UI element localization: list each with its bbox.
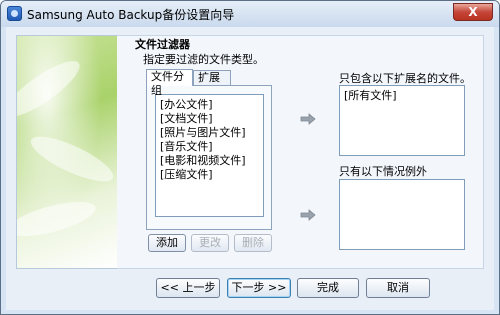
next-button[interactable]: 下一步 >> [227, 278, 291, 298]
edit-group-button[interactable]: 更改 [191, 234, 229, 252]
exclude-label: 只有以下情况例外 [339, 165, 427, 178]
leaf-decoration [25, 128, 117, 190]
list-item[interactable]: [音乐文件] [160, 140, 213, 153]
wizard-window: Samsung Auto Backup备份设置向导 X 文件过滤器 指定要过滤的… [0, 0, 500, 315]
tab-file-groups[interactable]: 文件分组 [146, 69, 193, 97]
delete-group-button[interactable]: 删除 [234, 234, 272, 252]
arrow-right-icon[interactable] [300, 209, 316, 221]
list-item[interactable]: [电影和视频文件] [160, 154, 246, 167]
file-groups-list[interactable]: [办公文件] [文档文件] [照片与图片文件] [音乐文件] [电影和视频文件]… [155, 94, 264, 217]
page-title: 文件过滤器 [135, 38, 190, 51]
cancel-button[interactable]: 取消 [366, 278, 430, 298]
decorative-side-panel [16, 35, 118, 269]
add-group-button[interactable]: 添加 [148, 234, 186, 252]
title-bar: Samsung Auto Backup备份设置向导 X [1, 1, 499, 27]
wizard-body: 文件过滤器 指定要过滤的文件类型。 文件分组 扩展名 [办公文件] [文档文件]… [6, 27, 494, 310]
list-item[interactable]: [照片与图片文件] [160, 126, 246, 139]
tab-extensions[interactable]: 扩展名 [193, 70, 231, 98]
page-subtitle: 指定要过滤的文件类型。 [143, 53, 264, 66]
leaf-decoration [17, 52, 87, 126]
include-extensions-list[interactable]: [所有文件] [339, 85, 465, 156]
list-item[interactable]: [所有文件] [344, 89, 397, 102]
leaf-decoration [17, 194, 99, 244]
app-icon [7, 6, 22, 21]
filter-content-panel: 文件过滤器 指定要过滤的文件类型。 文件分组 扩展名 [办公文件] [文档文件]… [117, 35, 484, 269]
close-button[interactable]: X [453, 3, 493, 21]
exclude-conditions-list[interactable] [339, 179, 465, 250]
close-icon: X [468, 5, 478, 19]
list-item[interactable]: [办公文件] [160, 98, 213, 111]
include-label: 只包含以下扩展名的文件。 [339, 72, 471, 85]
back-button[interactable]: << 上一步 [156, 278, 220, 298]
list-item[interactable]: [文档文件] [160, 112, 213, 125]
finish-button[interactable]: 完成 [297, 278, 359, 298]
list-item[interactable]: [压缩文件] [160, 168, 213, 181]
arrow-right-icon[interactable] [300, 113, 316, 125]
file-groups-tab-panel: [办公文件] [文档文件] [照片与图片文件] [音乐文件] [电影和视频文件]… [146, 85, 272, 230]
window-title: Samsung Auto Backup备份设置向导 [27, 8, 235, 22]
